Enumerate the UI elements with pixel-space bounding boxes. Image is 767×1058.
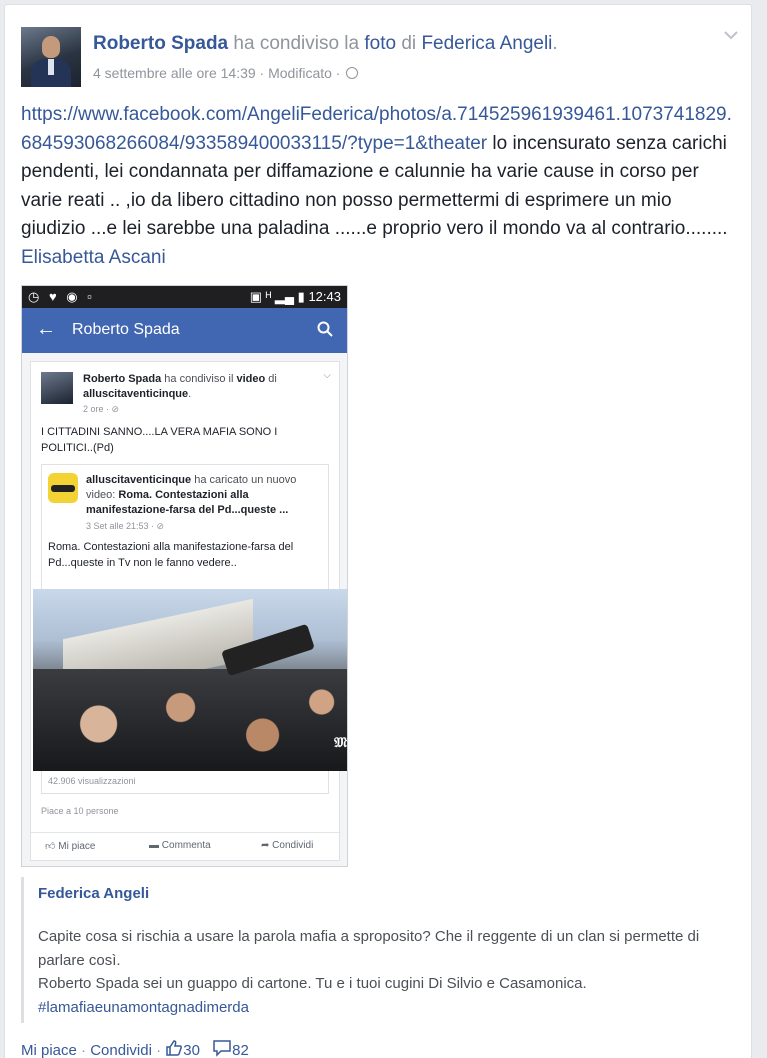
- like-count[interactable]: 30: [183, 1042, 200, 1058]
- inner-shared-video-card: alluscitaventicinque ha caricato un nuov…: [33, 464, 347, 794]
- comment-icon[interactable]: [212, 1039, 232, 1057]
- inner-share-button: ➦ Condividi: [261, 840, 313, 851]
- share-arrow-icon: ➦: [261, 840, 270, 851]
- phone-status-bar: ◷ ♥ ◉ ▫ ▣ ᴴ ▂▄ ▮ 12:43: [22, 286, 347, 308]
- inner-object: video: [236, 373, 266, 385]
- inner-mid: di: [265, 373, 277, 385]
- inner-post-header: Roberto Spada ha condiviso il video di a…: [83, 372, 323, 402]
- inner-action: ha condiviso il: [161, 373, 237, 385]
- inner-target: alluscitaventicinque: [83, 388, 189, 400]
- share-link[interactable]: Condividi: [90, 1042, 152, 1058]
- target-name-link[interactable]: Federica Angeli: [421, 33, 552, 54]
- like-link[interactable]: Mi piace: [21, 1042, 77, 1058]
- shared-video-meta: 3 Set alle 21:53 · ⊘: [86, 521, 165, 531]
- comment-count[interactable]: 82: [232, 1042, 249, 1058]
- shared-video-text: Roma. Contestazioni alla manifestazione-…: [48, 541, 294, 569]
- globe-icon[interactable]: [346, 67, 359, 79]
- thumbs-up-icon[interactable]: [165, 1039, 183, 1057]
- back-arrow-icon: ←: [36, 318, 56, 340]
- inner-author: Roberto Spada: [83, 373, 162, 385]
- status-icons-left: ◷ ♥ ◉ ▫: [28, 289, 95, 304]
- video-thumbnail: 𝔐: [33, 589, 347, 771]
- shared-photo-caption: Federica Angeli Capite cosa si rischia a…: [21, 877, 736, 1023]
- post-footer: Mi piace · Condividi · 30 82: [21, 1039, 249, 1058]
- inner-post-meta: 2 ore · ⊘: [83, 404, 120, 414]
- inner-avatar: [41, 372, 73, 404]
- thumbs-up-icon: 👍︎: [45, 841, 56, 852]
- post-card: Roberto Spada ha condiviso la foto di Fe…: [4, 4, 752, 1058]
- header-middle-text: di: [396, 33, 422, 54]
- author-name-link[interactable]: Roberto Spada: [93, 33, 228, 54]
- status-time: 12:43: [308, 289, 341, 304]
- caption-line-2: Roberto Spada sei un guappo di cartone. …: [38, 975, 587, 992]
- inner-like-button: 👍︎ Mi piace: [45, 840, 95, 852]
- header-action-text: ha condiviso la: [228, 33, 365, 54]
- inner-like-label: Mi piace: [58, 841, 96, 852]
- status-icons-right: ▣ ᴴ ▂▄ ▮: [249, 289, 305, 304]
- inner-action-bar: 👍︎ Mi piace ▬ Commenta ➦ Condividi: [31, 832, 341, 858]
- phone-nav-title: Roberto Spada: [72, 321, 180, 338]
- post-header: Roberto Spada ha condiviso la foto di Fe…: [93, 33, 558, 55]
- header-suffix: .: [552, 33, 558, 54]
- separator: ·: [76, 1042, 91, 1058]
- post-meta: 4 settembre alle ore 14:39 · Modificato …: [93, 65, 359, 81]
- hashtag-link[interactable]: #lamafiaeunamontagnadimerda: [38, 996, 728, 1020]
- video-watermark: 𝔐: [334, 734, 347, 750]
- shared-video-header: alluscitaventicinque ha caricato un nuov…: [86, 473, 322, 518]
- inner-share-label: Condividi: [272, 840, 314, 851]
- separator: ·: [151, 1042, 166, 1058]
- chevron-down-icon[interactable]: [723, 29, 739, 41]
- post-timestamp[interactable]: 4 settembre alle ore 14:39: [93, 65, 256, 81]
- edited-label[interactable]: · Modificato ·: [256, 65, 345, 81]
- search-icon: [317, 321, 333, 337]
- shared-screenshot[interactable]: ◷ ♥ ◉ ▫ ▣ ᴴ ▂▄ ▮ 12:43 ← Roberto Spada R…: [21, 285, 348, 867]
- caption-line-1: Capite cosa si rischia a usare la parola…: [38, 928, 700, 969]
- inner-like-summary: Piace a 10 persone: [41, 806, 119, 816]
- shared-author: alluscitaventicinque: [86, 474, 192, 486]
- inner-post-card: Roberto Spada ha condiviso il video di a…: [30, 361, 347, 861]
- mention-link[interactable]: Elisabetta Ascani: [21, 247, 166, 268]
- comment-icon: ▬: [149, 840, 159, 851]
- post-body: https://www.facebook.com/AngeliFederica/…: [21, 101, 736, 272]
- inner-chevron-down-icon: ⌵: [323, 370, 331, 381]
- sunglasses-avatar-icon: [48, 473, 78, 503]
- inner-end: .: [188, 388, 192, 400]
- photo-link[interactable]: foto: [364, 33, 396, 54]
- inner-comment-button: ▬ Commenta: [149, 840, 211, 851]
- inner-comment-label: Commenta: [161, 840, 211, 851]
- inner-post-text: I CITTADINI SANNO....LA VERA MAFIA SONO …: [41, 426, 278, 454]
- status-right: ▣ ᴴ ▂▄ ▮ 12:43: [250, 289, 341, 305]
- view-count: 42.906 visualizzazioni: [48, 776, 136, 786]
- caption-author-link[interactable]: Federica Angeli: [38, 885, 149, 902]
- caption-text: Capite cosa si rischia a usare la parola…: [38, 925, 728, 1019]
- author-avatar[interactable]: [21, 27, 81, 87]
- phone-nav-bar: ← Roberto Spada: [22, 308, 347, 353]
